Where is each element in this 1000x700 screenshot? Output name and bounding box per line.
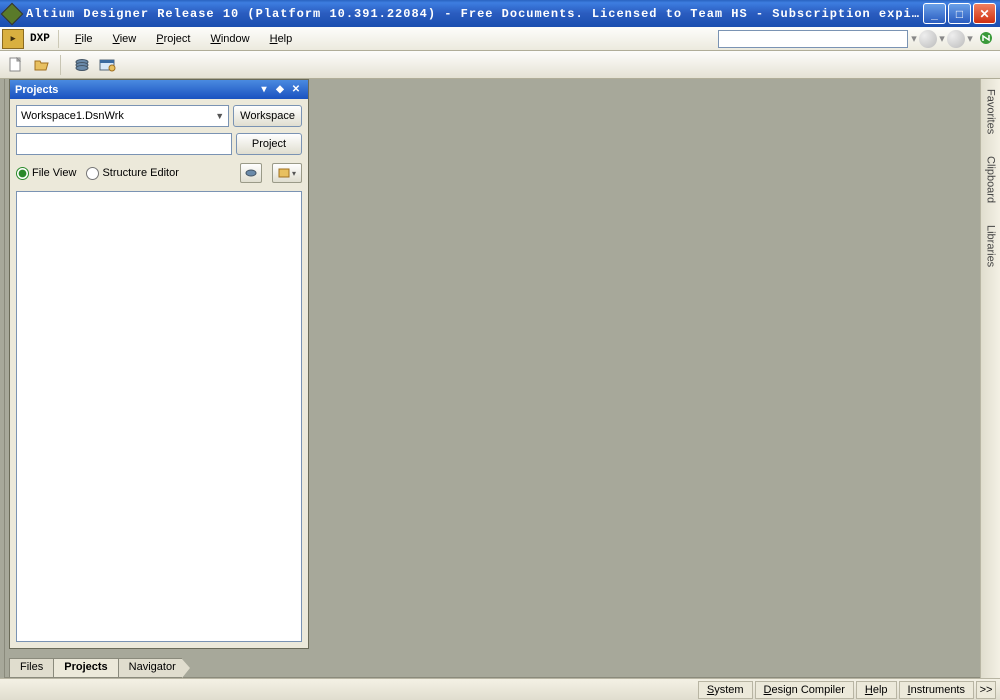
- search-input[interactable]: [718, 30, 908, 48]
- browse-icon[interactable]: [98, 55, 118, 75]
- panel-dropdown-icon[interactable]: ▾: [257, 83, 271, 97]
- tab-clipboard[interactable]: Clipboard: [984, 152, 998, 207]
- panel-body: Workspace1.DsnWrk ▼ Workspace Project Fi…: [10, 99, 308, 191]
- status-more-button[interactable]: >>: [976, 681, 996, 699]
- maximize-button[interactable]: □: [948, 3, 971, 24]
- minimize-button[interactable]: _: [923, 3, 946, 24]
- panel-title-text: Projects: [15, 84, 255, 96]
- stack-icon[interactable]: [72, 55, 92, 75]
- work-area: Projects ▾ ◆ ✕ Workspace1.DsnWrk ▼ Works…: [4, 79, 996, 678]
- titlebar: Altium Designer Release 10 (Platform 10.…: [0, 0, 1000, 27]
- search-dropdown-icon[interactable]: ▾: [910, 30, 918, 48]
- workspace-value: Workspace1.DsnWrk: [21, 110, 124, 122]
- nav-back-button[interactable]: [919, 30, 937, 48]
- panel-tool1-icon[interactable]: [240, 163, 262, 183]
- panel-pin-icon[interactable]: ◆: [273, 83, 287, 97]
- toolbar: [0, 51, 1000, 79]
- close-button[interactable]: ✕: [973, 3, 996, 24]
- projects-panel: Projects ▾ ◆ ✕ Workspace1.DsnWrk ▼ Works…: [9, 79, 309, 649]
- file-view-radio[interactable]: File View: [16, 167, 76, 180]
- tab-projects[interactable]: Projects: [53, 658, 118, 677]
- project-tree[interactable]: [16, 191, 302, 642]
- structure-editor-label: Structure Editor: [102, 167, 178, 179]
- tab-files[interactable]: Files: [9, 658, 54, 677]
- tab-navigator[interactable]: Navigator: [118, 658, 182, 677]
- menu-window[interactable]: Window: [200, 30, 259, 48]
- menu-file[interactable]: File: [65, 30, 103, 48]
- status-design-compiler[interactable]: Design Compiler: [755, 681, 854, 699]
- menubar: ▸ DXP File View Project Window Help ▾ ▾ …: [0, 27, 1000, 51]
- window-title: Altium Designer Release 10 (Platform 10.…: [26, 7, 921, 21]
- project-input[interactable]: [16, 133, 232, 155]
- project-button[interactable]: Project: [236, 133, 302, 155]
- panel-tool2-icon[interactable]: ▾: [272, 163, 302, 183]
- dxp-icon[interactable]: ▸: [2, 29, 24, 49]
- menu-dxp[interactable]: DXP: [26, 30, 59, 48]
- tab-favorites[interactable]: Favorites: [984, 85, 998, 138]
- menu-help[interactable]: Help: [260, 30, 303, 48]
- structure-editor-radio-input[interactable]: [86, 167, 99, 180]
- nav-forward-dropdown-icon[interactable]: ▾: [966, 30, 974, 48]
- home-icon[interactable]: [978, 30, 996, 48]
- status-help[interactable]: Help: [856, 681, 897, 699]
- menu-view[interactable]: View: [103, 30, 147, 48]
- panel-titlebar[interactable]: Projects ▾ ◆ ✕: [10, 80, 308, 99]
- workspace-button[interactable]: Workspace: [233, 105, 302, 127]
- status-instruments[interactable]: Instruments: [899, 681, 974, 699]
- panel-close-icon[interactable]: ✕: [289, 83, 303, 97]
- workspace-combo[interactable]: Workspace1.DsnWrk ▼: [16, 105, 229, 127]
- left-tabs: Files Projects Navigator: [9, 656, 181, 677]
- menu-project[interactable]: Project: [146, 30, 200, 48]
- app-icon: [1, 2, 24, 25]
- structure-editor-radio[interactable]: Structure Editor: [86, 167, 178, 180]
- nav-back-dropdown-icon[interactable]: ▾: [938, 30, 946, 48]
- toolbar-separator: [60, 55, 64, 75]
- tab-libraries[interactable]: Libraries: [984, 221, 998, 271]
- status-system[interactable]: System: [698, 681, 753, 699]
- new-file-icon[interactable]: [6, 55, 26, 75]
- open-folder-icon[interactable]: [32, 55, 52, 75]
- file-view-label: File View: [32, 167, 76, 179]
- right-rail: Favorites Clipboard Libraries: [980, 79, 1000, 678]
- file-view-radio-input[interactable]: [16, 167, 29, 180]
- chevron-down-icon: ▼: [215, 111, 224, 121]
- statusbar: System Design Compiler Help Instruments …: [0, 678, 1000, 700]
- nav-forward-button[interactable]: [947, 30, 965, 48]
